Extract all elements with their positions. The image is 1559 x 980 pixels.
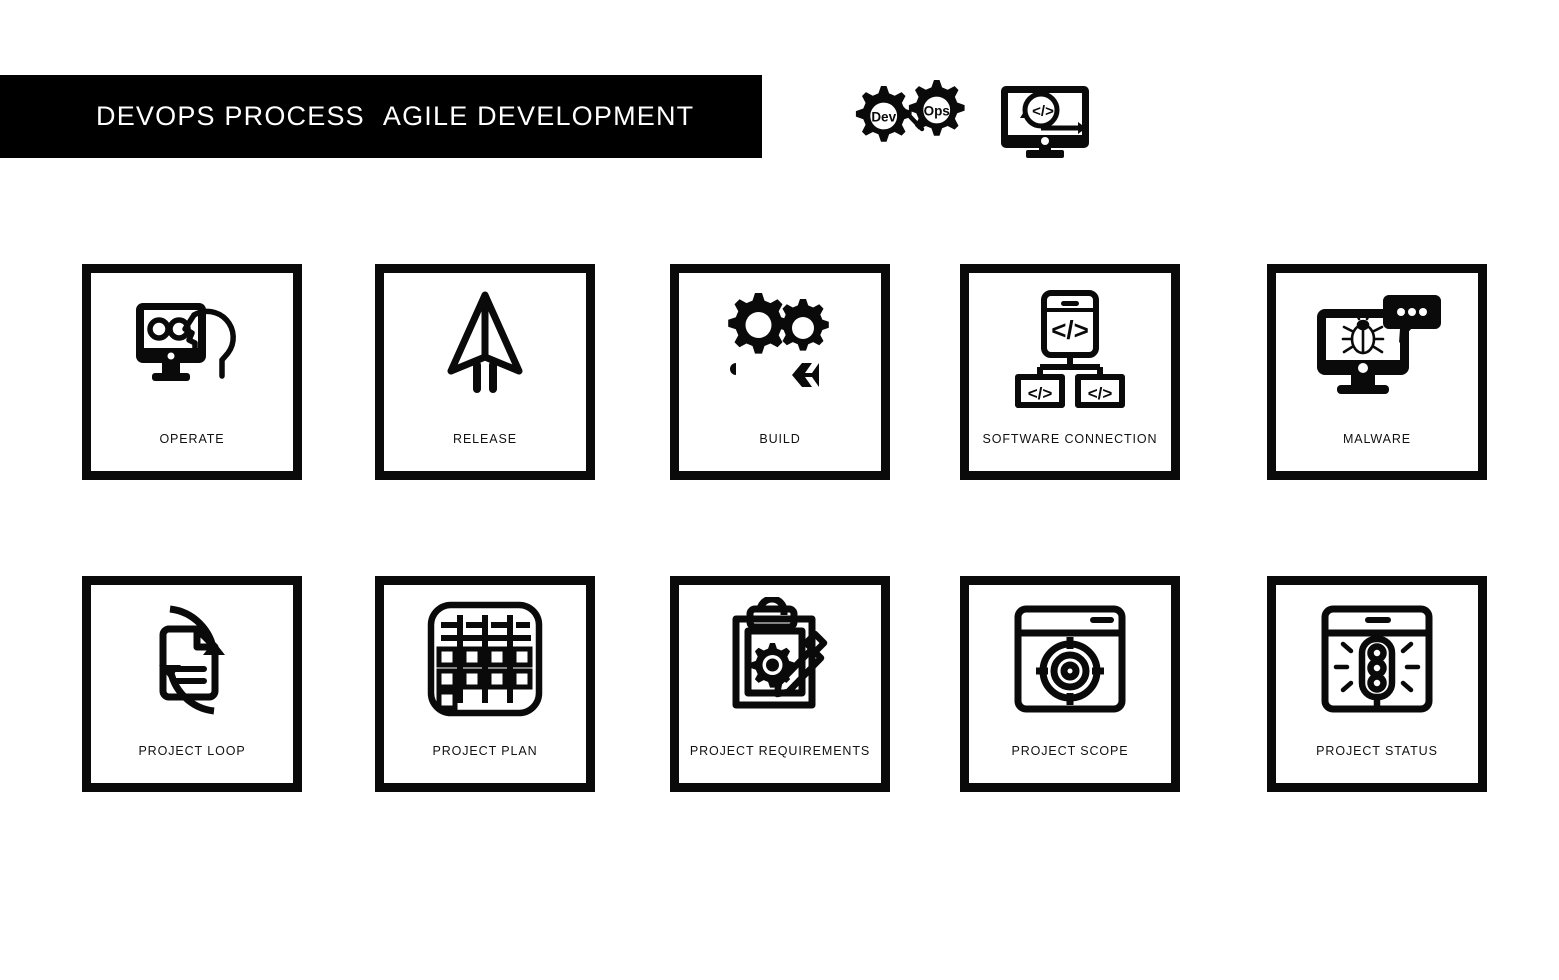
browser-traffic-light-icon xyxy=(1311,597,1443,723)
clipboard-gear-pencil-icon xyxy=(714,597,846,723)
monitor-code-icon: </> xyxy=(1001,86,1089,158)
card-project-requirements[interactable]: PROJECT REQUIREMENTS xyxy=(670,576,890,792)
ops-gear-label: Ops xyxy=(924,104,950,119)
card-software-connection[interactable]: </> </> </> SOFTWARE CONNECTION xyxy=(960,264,1180,480)
card-label: BUILD xyxy=(759,431,801,446)
card-project-loop[interactable]: PROJECT LOOP xyxy=(82,576,302,792)
card-label: PROJECT LOOP xyxy=(138,743,246,758)
monitor-bug-alert-icon xyxy=(1311,285,1443,411)
icon-card-grid: OPERATE RELEASE BUILD </> </> </> SOFTWA… xyxy=(82,264,1487,797)
document-refresh-loop-icon xyxy=(126,597,258,723)
card-label: RELEASE xyxy=(453,431,517,446)
title-bar: DEVOPS PROCESS AGILE DEVELOPMENT xyxy=(0,75,762,158)
card-release[interactable]: RELEASE xyxy=(375,264,595,480)
card-label: PROJECT PLAN xyxy=(432,743,538,758)
card-label: PROJECT REQUIREMENTS xyxy=(689,743,871,758)
monitor-infinity-head-icon xyxy=(126,285,258,411)
browser-target-icon xyxy=(1004,597,1136,723)
svg-text:</>: </> xyxy=(1028,384,1053,403)
title-secondary: AGILE DEVELOPMENT xyxy=(382,101,695,131)
card-label: PROJECT STATUS xyxy=(1316,743,1438,758)
devops-brand-logo: Dev Ops </> xyxy=(836,72,1096,166)
monitor-code-label: </> xyxy=(1032,103,1054,120)
svg-text:</>: </> xyxy=(1051,315,1089,345)
card-project-plan[interactable]: PROJECT PLAN xyxy=(375,576,595,792)
card-label: PROJECT SCOPE xyxy=(1011,743,1129,758)
card-label: SOFTWARE CONNECTION xyxy=(982,431,1158,446)
card-operate[interactable]: OPERATE xyxy=(82,264,302,480)
code-nodes-network-icon: </> </> </> xyxy=(1004,285,1136,411)
page-title: DEVOPS PROCESS AGILE DEVELOPMENT xyxy=(0,101,694,132)
gears-wrench-icon xyxy=(714,285,846,411)
card-project-status[interactable]: PROJECT STATUS xyxy=(1267,576,1487,792)
paper-plane-launch-icon xyxy=(419,285,551,411)
card-project-scope[interactable]: PROJECT SCOPE xyxy=(960,576,1180,792)
card-build[interactable]: BUILD xyxy=(670,264,890,480)
dev-gear-label: Dev xyxy=(871,110,896,125)
svg-text:</>: </> xyxy=(1088,384,1113,403)
card-label: OPERATE xyxy=(159,431,225,446)
poster-canvas: DEVOPS PROCESS AGILE DEVELOPMENT Dev Ops xyxy=(0,0,1559,980)
title-primary: DEVOPS PROCESS xyxy=(96,101,365,131)
card-malware[interactable]: MALWARE xyxy=(1267,264,1487,480)
gantt-board-icon xyxy=(419,597,551,723)
card-label: MALWARE xyxy=(1342,431,1412,446)
